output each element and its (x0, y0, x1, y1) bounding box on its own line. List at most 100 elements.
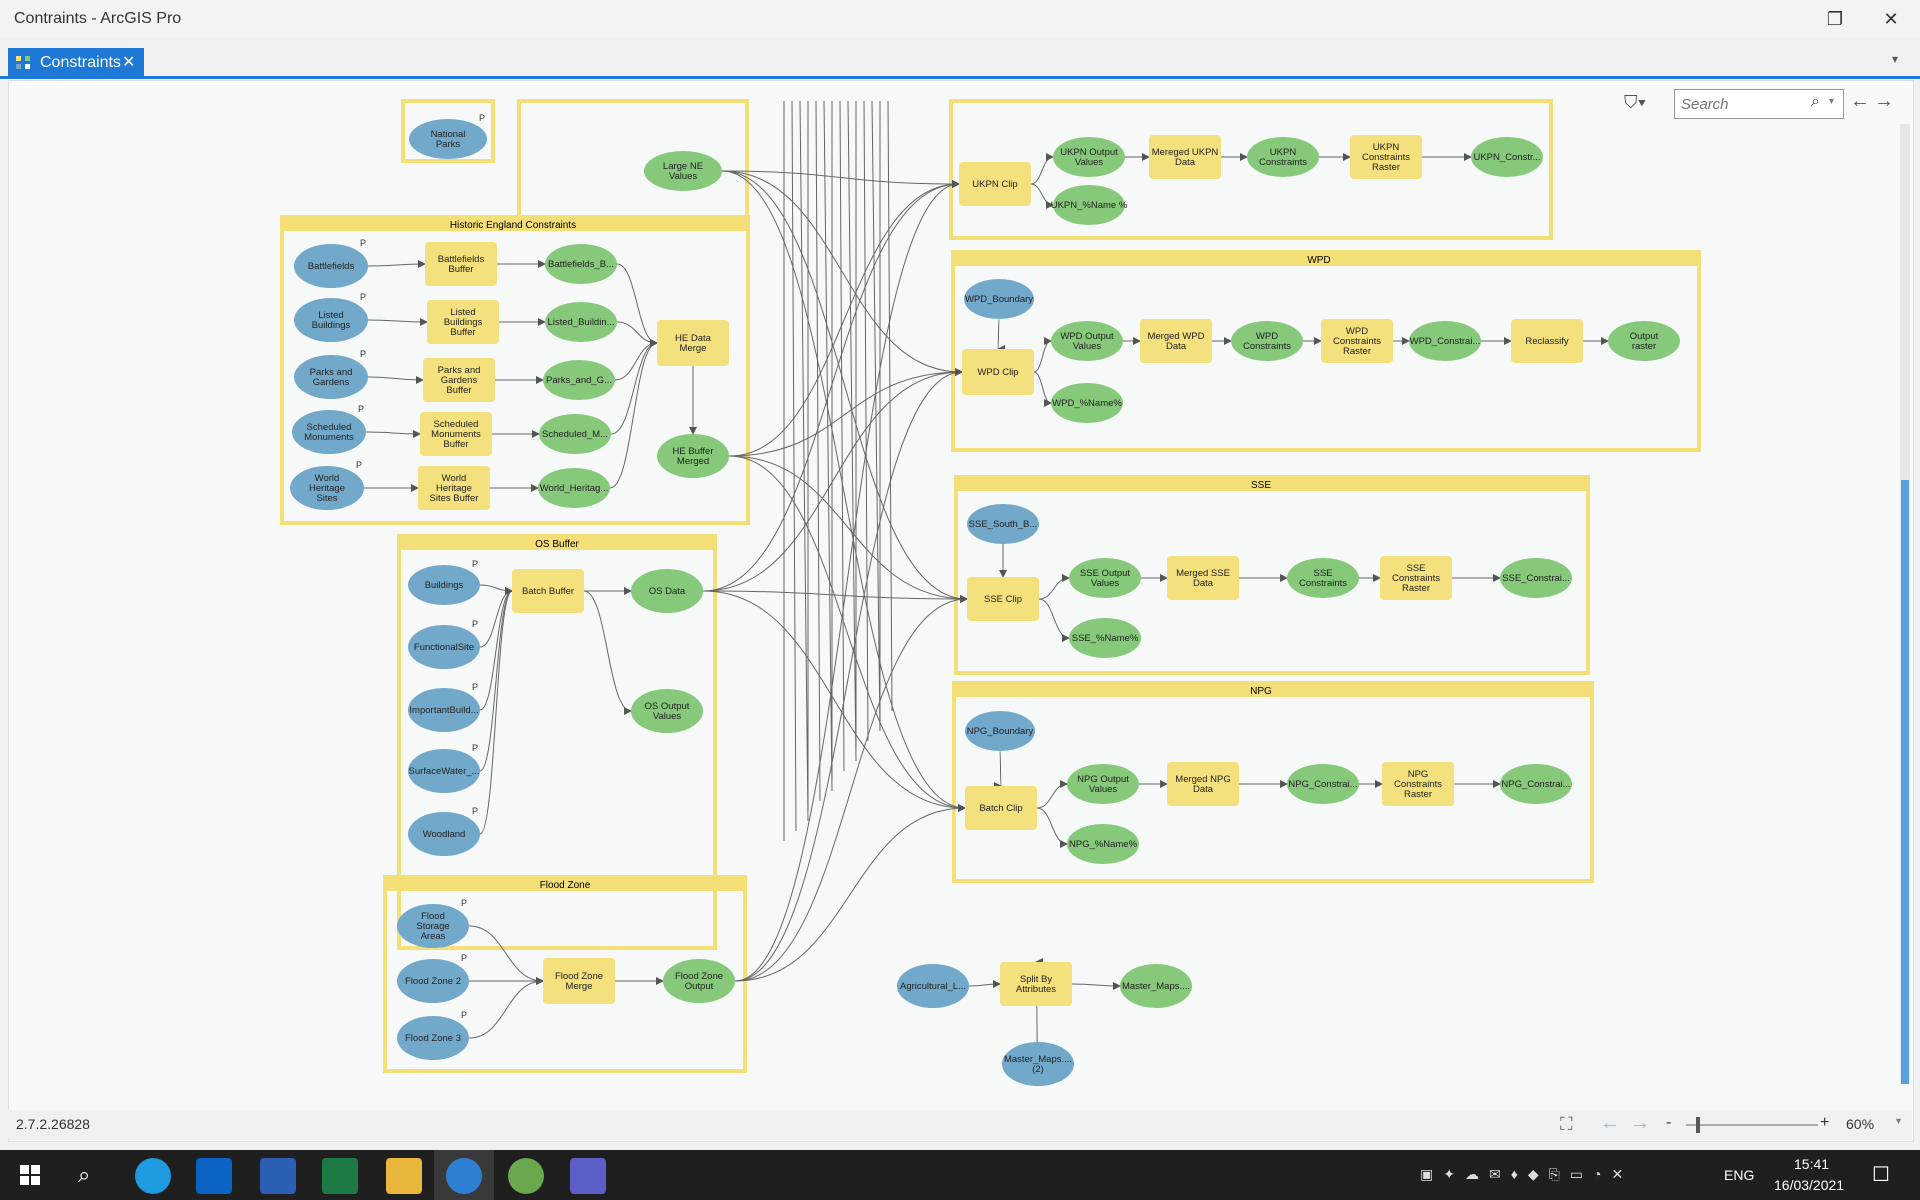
node-wpd-merged[interactable]: Merged WPD Data (1140, 319, 1212, 363)
clock-time[interactable]: 15:41 (1794, 1156, 1829, 1172)
node-sse-south[interactable]: SSE_South_B... (967, 504, 1039, 544)
zoom-level[interactable]: 60% (1846, 1116, 1874, 1132)
node-sse-name[interactable]: SSE_%Name% (1069, 618, 1141, 658)
close-window-icon[interactable]: ✕ (1876, 6, 1906, 32)
node-large-ne[interactable]: Large NE Values (644, 151, 722, 191)
model-canvas[interactable]: Historic England Constraints OS Buffer F… (8, 80, 1914, 1142)
node-flood3[interactable]: Flood Zone 3 P (397, 1010, 469, 1060)
node-wpd-raster[interactable]: WPD Constraints Raster (1321, 319, 1393, 363)
node-flood2[interactable]: Flood Zone 2 P (397, 953, 469, 1003)
node-whs-buffer[interactable]: World Heritage Sites Buffer (418, 466, 490, 510)
node-listed-buffer[interactable]: Listed Buildings Buffer (427, 300, 499, 344)
node-parks-buffer[interactable]: Parks and Gardens Buffer (423, 358, 495, 402)
language-indicator[interactable]: ENG (1724, 1167, 1754, 1183)
search-taskbar-icon[interactable]: ⌕ (78, 1162, 90, 1188)
node-wpd-constrai[interactable]: WPD_Constrai... (1409, 321, 1481, 361)
word-icon[interactable] (260, 1158, 296, 1194)
node-ukpn-out[interactable]: UKPN Output Values (1053, 137, 1125, 177)
node-sse-cons[interactable]: SSE Constraints (1287, 558, 1359, 598)
clock-date[interactable]: 16/03/2021 (1774, 1177, 1844, 1193)
node-whs-h[interactable]: World_Heritag... (538, 468, 610, 508)
node-npg-boundary[interactable]: NPG_Boundary (965, 711, 1035, 751)
zoom-out-button[interactable]: - (1666, 1114, 1671, 1132)
forward-icon[interactable]: → (1874, 90, 1894, 113)
node-listed-b[interactable]: Listed_Buildin... (545, 302, 617, 342)
node-whs[interactable]: World Heritage SitesP (290, 460, 364, 510)
node-os-data[interactable]: OS Data (631, 569, 703, 613)
node-wpd-name[interactable]: WPD_%Name% (1051, 383, 1123, 423)
teams-icon[interactable] (570, 1158, 606, 1194)
node-reclassify[interactable]: Reclassify (1511, 319, 1583, 363)
node-parks-g[interactable]: Parks_and_G... (543, 360, 615, 400)
search-box[interactable]: ⌕ ▾ (1674, 89, 1844, 119)
node-ukpn-cons[interactable]: UKPN Constraints (1247, 137, 1319, 177)
excel-icon[interactable] (322, 1158, 358, 1194)
node-sched-buffer[interactable]: Scheduled Monuments Buffer (420, 412, 492, 456)
node-sched[interactable]: Scheduled Monuments P (292, 404, 366, 454)
arcgis-taskbar-active[interactable] (434, 1150, 494, 1200)
model-diagram[interactable]: Historic England Constraints OS Buffer F… (9, 81, 1913, 1141)
outlook-icon[interactable] (196, 1158, 232, 1194)
next-extent-icon[interactable]: → (1630, 1112, 1650, 1135)
search-dropdown-icon[interactable]: ▾ (1829, 96, 1834, 107)
node-battlefields-b[interactable]: Battlefields_B... (545, 244, 617, 284)
node-wpd-boundary[interactable]: WPD_Boundary (964, 279, 1034, 319)
node-master2[interactable]: Master_Maps.... (2) (1002, 1042, 1074, 1086)
node-sse-clip[interactable]: SSE Clip (967, 577, 1039, 621)
node-surfacewater[interactable]: SurfaceWater_... P (408, 743, 480, 793)
node-npg-raster[interactable]: NPG Constraints Raster (1382, 762, 1454, 806)
node-flood-merge[interactable]: Flood Zone Merge (543, 958, 615, 1004)
node-wpd-out[interactable]: WPD Output Values (1051, 321, 1123, 361)
node-batch-clip[interactable]: Batch Clip (965, 786, 1037, 830)
search-input[interactable] (1679, 93, 1803, 115)
zoom-dropdown-icon[interactable]: ▾ (1896, 1116, 1901, 1127)
scroll-thumb[interactable] (1901, 480, 1909, 1084)
node-buildings[interactable]: Buildings P (408, 559, 480, 605)
node-npg-name[interactable]: NPG_%Name% (1067, 824, 1139, 864)
node-sse-out[interactable]: SSE Output Values (1069, 558, 1141, 598)
node-agri[interactable]: Agricultural_L... (897, 964, 969, 1008)
node-battlefields-buffer[interactable]: Battlefields Buffer (425, 242, 497, 286)
qgis-icon[interactable] (508, 1158, 544, 1194)
node-flood-output[interactable]: Flood Zone Output (663, 959, 735, 1003)
node-ukpn-clip[interactable]: UKPN Clip (959, 162, 1031, 206)
notification-icon[interactable]: ☐ (1872, 1162, 1890, 1187)
node-national-parks[interactable]: National ParksP (409, 113, 487, 159)
node-parks[interactable]: Parks and Gardens P (294, 349, 368, 399)
tab-dropdown-icon[interactable]: ▾ (1892, 52, 1898, 66)
previous-extent-icon[interactable]: ← (1600, 1112, 1620, 1135)
vertical-scrollbar[interactable] (1900, 124, 1910, 1084)
node-he-buffer-merged[interactable]: HE Buffer Merged (657, 434, 729, 478)
tab-close-icon[interactable]: ✕ (122, 52, 135, 72)
node-sse-constrai[interactable]: SSE_Constrai... (1500, 558, 1572, 598)
node-woodland[interactable]: Woodland P (408, 806, 480, 856)
node-listed[interactable]: Listed BuildingsP (294, 292, 368, 342)
node-important[interactable]: ImportantBuild... P (408, 682, 480, 732)
node-output-raster[interactable]: Output raster (1608, 321, 1680, 361)
restore-icon[interactable]: ❐ (1820, 6, 1850, 32)
file-explorer-icon[interactable] (386, 1158, 422, 1194)
node-wpd-clip[interactable]: WPD Clip (962, 349, 1034, 395)
node-npg-out[interactable]: NPG Output Values (1067, 764, 1139, 804)
fit-icon[interactable]: ⛶ (1560, 1114, 1573, 1135)
node-sse-raster[interactable]: SSE Constraints Raster (1380, 556, 1452, 600)
node-battlefields[interactable]: Battlefields P (294, 238, 368, 288)
node-he-merge[interactable]: HE Data Merge (657, 320, 729, 366)
node-os-output[interactable]: OS Output Values (631, 689, 703, 733)
arcgis-icon[interactable] (446, 1158, 482, 1194)
node-npg-constrai2[interactable]: NPG_Constrai... (1500, 764, 1572, 804)
node-wpd-cons[interactable]: WPD Constraints (1231, 321, 1303, 361)
node-npg-constrai[interactable]: NPG_Constrai... (1287, 764, 1359, 804)
node-ukpn-merged[interactable]: Mereged UKPN Data (1149, 135, 1221, 179)
node-flood-storage[interactable]: Flood Storage Areas P (397, 898, 469, 948)
node-ukpn-raster[interactable]: UKPN Constraints Raster (1350, 135, 1422, 179)
windows-start-icon[interactable] (20, 1165, 40, 1185)
node-batch-buffer[interactable]: Batch Buffer (512, 569, 584, 613)
search-icon[interactable]: ⌕ (1811, 93, 1820, 111)
tab-constraints[interactable]: Constraints ✕ (8, 48, 144, 76)
node-npg-merged[interactable]: Merged NPG Data (1167, 762, 1239, 806)
zoom-slider[interactable] (1686, 1117, 1818, 1133)
node-sched-m[interactable]: Scheduled_M... (539, 414, 611, 454)
edge-icon[interactable] (135, 1158, 171, 1194)
node-ukpn-constr[interactable]: UKPN_Constr... (1471, 137, 1543, 177)
